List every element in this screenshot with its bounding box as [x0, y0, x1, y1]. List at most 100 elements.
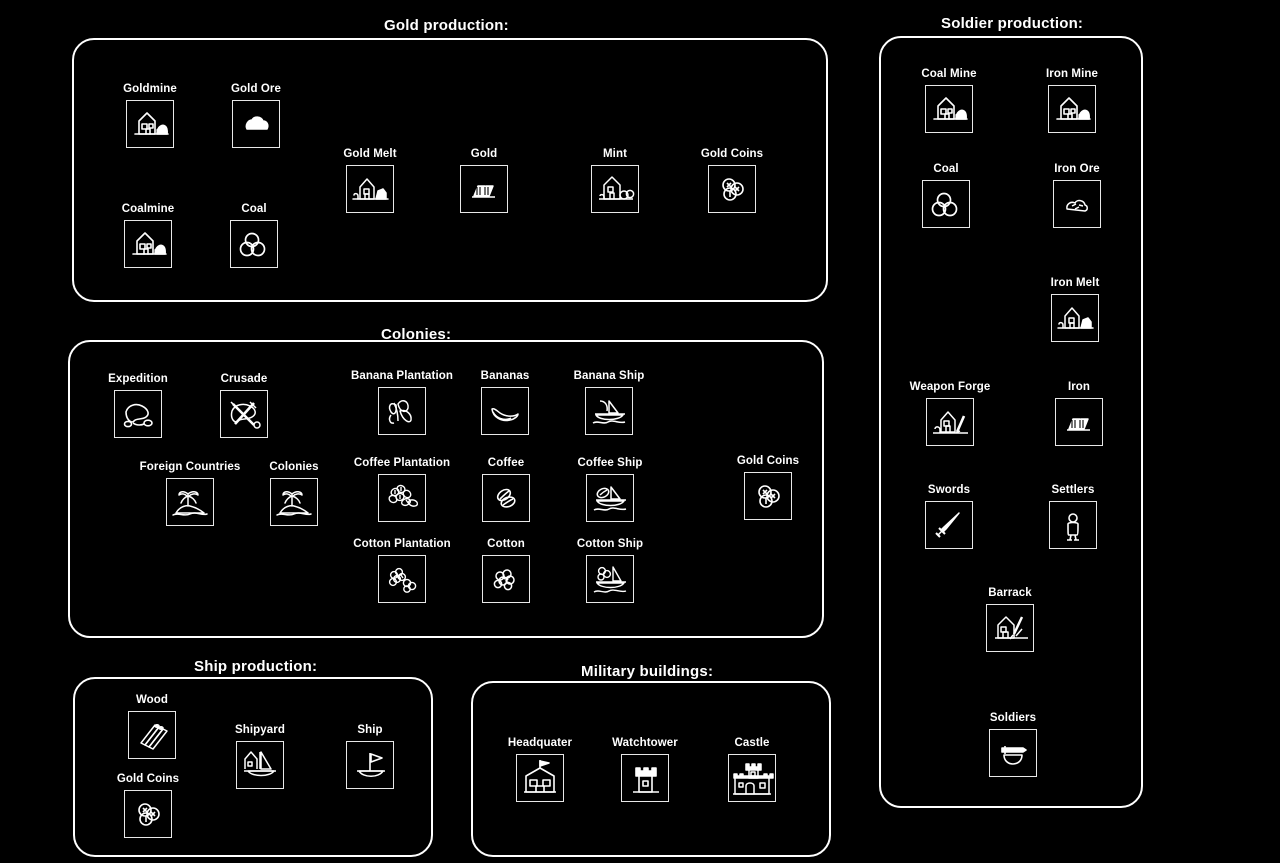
node-settlers[interactable]: Settlers — [1049, 484, 1097, 549]
node-gold-coins[interactable]: Gold Coins — [701, 148, 763, 213]
node-label-iron-ore: Iron Ore — [1054, 163, 1100, 175]
node-mint[interactable]: Mint — [591, 148, 639, 213]
wood-logs-icon — [128, 711, 176, 759]
node-label-settlers: Settlers — [1051, 484, 1095, 496]
node-gold-coins-ship[interactable]: Gold Coins — [117, 773, 179, 838]
node-label-cotton-ship: Cotton Ship — [576, 538, 644, 550]
barrack-icon — [986, 604, 1034, 652]
node-coal-mine[interactable]: Coal Mine — [921, 68, 977, 133]
node-label-iron-mine: Iron Mine — [1045, 68, 1099, 80]
panel-title-gold: Gold production: — [384, 17, 509, 34]
node-label-bananas: Bananas — [480, 370, 530, 382]
smelter-icon — [346, 165, 394, 213]
soldier-icon — [989, 729, 1037, 777]
sword-icon — [925, 501, 973, 549]
node-headquater[interactable]: Headquater — [508, 737, 572, 802]
node-cotton[interactable]: Cotton — [482, 538, 530, 603]
node-label-watchtower: Watchtower — [612, 737, 678, 749]
node-label-headquater: Headquater — [507, 737, 573, 749]
cotton-plant-icon — [378, 555, 426, 603]
node-banana-ship[interactable]: Banana Ship — [574, 370, 644, 435]
ore-lump-icon — [232, 100, 280, 148]
sailboat-icon — [346, 741, 394, 789]
node-iron-ore[interactable]: Iron Ore — [1053, 163, 1101, 228]
node-label-castle: Castle — [734, 737, 770, 749]
node-label-gold: Gold — [470, 148, 498, 160]
node-label-coalmine: Coalmine — [121, 203, 175, 215]
panel-soldier — [879, 36, 1143, 808]
node-label-cotton-plantation: Cotton Plantation — [353, 538, 451, 550]
mine-house-icon — [925, 85, 973, 133]
node-goldmine[interactable]: Goldmine — [123, 83, 177, 148]
panel-title-military: Military buildings: — [581, 663, 714, 680]
node-coalmine[interactable]: Coalmine — [122, 203, 174, 268]
node-bananas[interactable]: Bananas — [481, 370, 529, 435]
castle-icon — [728, 754, 776, 802]
node-banana-plantation[interactable]: Banana Plantation — [351, 370, 453, 435]
node-iron-melt[interactable]: Iron Melt — [1051, 277, 1099, 342]
node-label-cotton: Cotton — [487, 538, 525, 550]
ship-coffee-icon — [586, 474, 634, 522]
node-label-coffee: Coffee — [487, 457, 525, 469]
node-shipyard[interactable]: Shipyard — [235, 724, 285, 789]
mint-house-icon — [591, 165, 639, 213]
panel-title-ship: Ship production: — [194, 658, 318, 675]
forge-icon — [926, 398, 974, 446]
node-iron-mine[interactable]: Iron Mine — [1046, 68, 1098, 133]
coffee-plant-icon — [378, 474, 426, 522]
node-crusade[interactable]: Crusade — [220, 373, 268, 438]
ore-rocks-icon — [1053, 180, 1101, 228]
node-coal-s[interactable]: Coal — [922, 163, 970, 228]
banana-plant-icon — [378, 387, 426, 435]
node-label-goldmine: Goldmine — [123, 83, 177, 95]
node-coffee-ship[interactable]: Coffee Ship — [578, 457, 642, 522]
mine-house-icon — [1048, 85, 1096, 133]
node-iron[interactable]: Iron — [1055, 381, 1103, 446]
map-icon — [114, 390, 162, 438]
node-coal[interactable]: Coal — [230, 203, 278, 268]
coins-icon — [124, 790, 172, 838]
node-cotton-plantation[interactable]: Cotton Plantation — [353, 538, 451, 603]
gold-bars-icon — [460, 165, 508, 213]
node-coffee-plantation[interactable]: Coffee Plantation — [354, 457, 450, 522]
node-soldiers[interactable]: Soldiers — [989, 712, 1037, 777]
node-label-barrack: Barrack — [988, 587, 1032, 599]
node-label-crusade: Crusade — [220, 373, 268, 385]
node-label-iron: Iron — [1067, 381, 1091, 393]
gold-bars-icon — [1055, 398, 1103, 446]
smelter-icon — [1051, 294, 1099, 342]
node-coffee[interactable]: Coffee — [482, 457, 530, 522]
node-gold-ore[interactable]: Gold Ore — [231, 83, 281, 148]
node-label-swords: Swords — [927, 484, 971, 496]
node-cotton-ship[interactable]: Cotton Ship — [577, 538, 643, 603]
node-label-gold-ore: Gold Ore — [230, 83, 282, 95]
coal-lumps-icon — [922, 180, 970, 228]
node-label-weapon-forge: Weapon Forge — [909, 381, 991, 393]
settler-icon — [1049, 501, 1097, 549]
node-label-coal: Coal — [241, 203, 267, 215]
island-icon — [270, 478, 318, 526]
node-watchtower[interactable]: Watchtower — [612, 737, 678, 802]
crusade-icon — [220, 390, 268, 438]
node-label-mint: Mint — [602, 148, 628, 160]
shipyard-icon — [236, 741, 284, 789]
node-swords[interactable]: Swords — [925, 484, 973, 549]
node-foreign-countries[interactable]: Foreign Countries — [140, 461, 240, 526]
node-weapon-forge[interactable]: Weapon Forge — [910, 381, 990, 446]
node-castle[interactable]: Castle — [728, 737, 776, 802]
ship-cotton-icon — [586, 555, 634, 603]
bananas-icon — [481, 387, 529, 435]
node-colonies[interactable]: Colonies — [269, 461, 319, 526]
node-wood[interactable]: Wood — [128, 694, 176, 759]
watchtower-icon — [621, 754, 669, 802]
node-label-expedition: Expedition — [108, 373, 168, 385]
node-barrack[interactable]: Barrack — [986, 587, 1034, 652]
node-gold-coins-col[interactable]: Gold Coins — [737, 455, 799, 520]
cotton-balls-icon — [482, 555, 530, 603]
node-label-shipyard: Shipyard — [234, 724, 286, 736]
node-expedition[interactable]: Expedition — [108, 373, 168, 438]
node-gold[interactable]: Gold — [460, 148, 508, 213]
node-ship[interactable]: Ship — [346, 724, 394, 789]
node-gold-melt[interactable]: Gold Melt — [343, 148, 397, 213]
mine-house-icon — [124, 220, 172, 268]
